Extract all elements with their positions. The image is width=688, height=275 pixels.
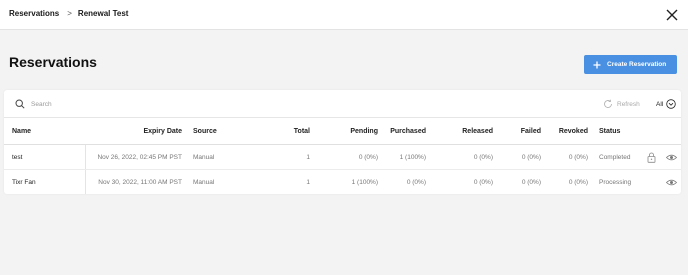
lock-icon[interactable] bbox=[646, 152, 657, 163]
cell-expiry-date: Nov 26, 2022, 02:45 PM PST bbox=[97, 154, 182, 161]
refresh-button[interactable]: Refresh bbox=[603, 99, 640, 109]
column-header-revoked[interactable]: Revoked bbox=[559, 128, 588, 135]
table-row[interactable]: test Nov 26, 2022, 02:45 PM PST Manual 1… bbox=[4, 145, 681, 170]
filter-value: All bbox=[656, 100, 664, 108]
refresh-label: Refresh bbox=[617, 100, 640, 108]
breadcrumb-current: Renewal Test bbox=[77, 9, 129, 18]
search-input[interactable] bbox=[31, 97, 431, 111]
cell-source: Manual bbox=[193, 154, 215, 161]
column-header-purchased[interactable]: Purchased bbox=[390, 128, 426, 135]
close-icon[interactable] bbox=[662, 5, 682, 25]
cell-revoked: 0 (0%) bbox=[568, 179, 588, 186]
column-header-name[interactable]: Name bbox=[12, 128, 31, 135]
breadcrumb: Reservations > Renewal Test bbox=[9, 9, 128, 18]
eye-icon[interactable] bbox=[666, 177, 677, 188]
cell-status: Processing bbox=[599, 179, 632, 186]
reservations-card: Refresh All Name Expiry Date Source Tota… bbox=[4, 90, 681, 194]
status-filter-select[interactable]: All bbox=[656, 99, 676, 109]
breadcrumb-separator: > bbox=[67, 9, 72, 18]
column-header-status[interactable]: Status bbox=[599, 128, 620, 135]
cell-name: test bbox=[12, 154, 23, 161]
refresh-icon bbox=[604, 99, 612, 108]
top-bar: Reservations > Renewal Test bbox=[0, 0, 688, 30]
table-header: Name Expiry Date Source Total Pending Pu… bbox=[4, 119, 681, 145]
eye-icon[interactable] bbox=[666, 152, 677, 163]
column-header-failed[interactable]: Failed bbox=[521, 128, 541, 135]
search-icon bbox=[15, 99, 25, 109]
cell-released: 0 (0%) bbox=[473, 179, 493, 186]
cell-total: 1 bbox=[306, 154, 310, 161]
column-header-released[interactable]: Released bbox=[462, 128, 493, 135]
cell-revoked: 0 (0%) bbox=[568, 154, 588, 161]
column-header-total[interactable]: Total bbox=[294, 128, 310, 135]
cell-status: Completed bbox=[599, 154, 631, 161]
page-title: Reservations bbox=[9, 54, 97, 70]
cell-total: 1 bbox=[306, 179, 310, 186]
cell-failed: 0 (0%) bbox=[521, 154, 541, 161]
cell-name: Tixr Fan bbox=[12, 179, 36, 186]
column-header-pending[interactable]: Pending bbox=[350, 128, 378, 135]
column-header-expiry-date[interactable]: Expiry Date bbox=[143, 128, 182, 135]
column-header-source[interactable]: Source bbox=[193, 128, 217, 135]
cell-purchased: 0 (0%) bbox=[406, 179, 426, 186]
cell-released: 0 (0%) bbox=[473, 154, 493, 161]
create-reservation-label: Create Reservation bbox=[607, 61, 667, 68]
plus-icon bbox=[593, 61, 601, 68]
cell-pending: 1 (100%) bbox=[351, 179, 378, 186]
cell-failed: 0 (0%) bbox=[521, 179, 541, 186]
table-row[interactable]: Tixr Fan Nov 30, 2022, 11:00 AM PST Manu… bbox=[4, 170, 681, 195]
breadcrumb-root-link[interactable]: Reservations bbox=[9, 9, 59, 18]
create-reservation-button[interactable]: Create Reservation bbox=[584, 55, 677, 74]
cell-source: Manual bbox=[193, 179, 215, 186]
cell-purchased: 1 (100%) bbox=[399, 154, 426, 161]
search-bar: Refresh All bbox=[4, 90, 681, 118]
cell-expiry-date: Nov 30, 2022, 11:00 AM PST bbox=[98, 179, 182, 186]
chevron-down-icon bbox=[666, 99, 676, 109]
cell-pending: 0 (0%) bbox=[358, 154, 378, 161]
